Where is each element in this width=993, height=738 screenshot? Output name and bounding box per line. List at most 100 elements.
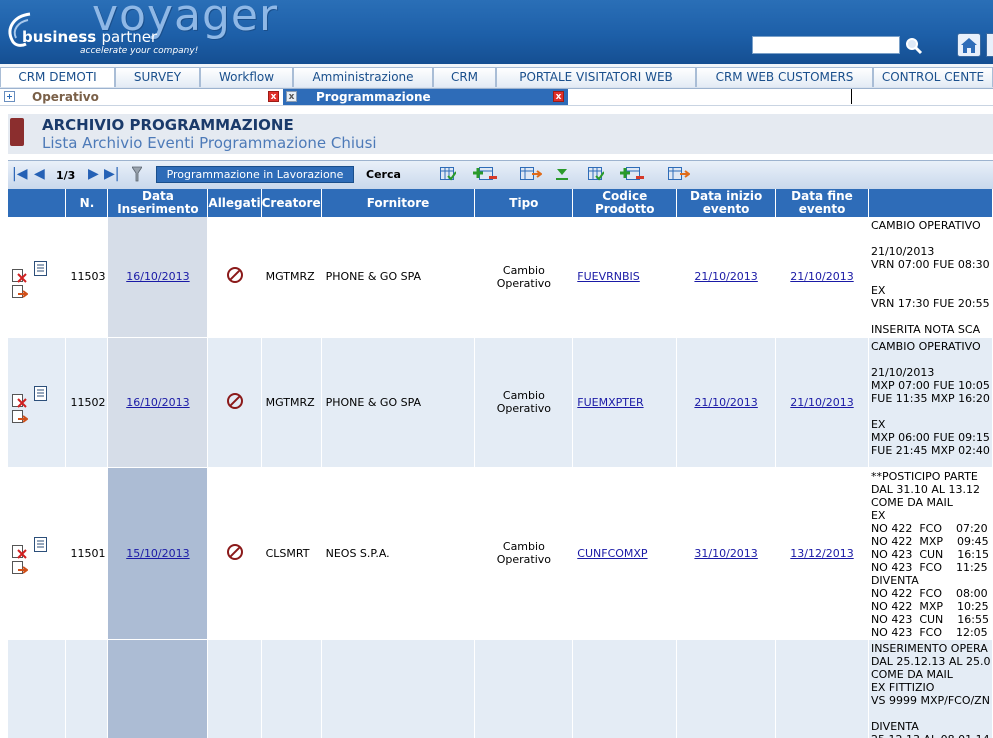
subtab-programmazione-label: Programmazione bbox=[316, 90, 431, 104]
cell-allegati bbox=[207, 217, 262, 338]
table-row[interactable]: 11501 15/10/2013 CLSMRT NEOS S.P.A. Camb… bbox=[8, 467, 993, 640]
grid-export-icon[interactable] bbox=[520, 167, 542, 181]
table-header-row: N. Data Inserimento Allegati Creatore Fo… bbox=[8, 189, 993, 217]
cell-tipo bbox=[474, 639, 574, 738]
cell-data-inserimento[interactable]: 15/10/2013 bbox=[107, 467, 209, 640]
import-icon[interactable] bbox=[12, 561, 28, 575]
cell-data-fine[interactable] bbox=[775, 639, 869, 738]
search-input[interactable] bbox=[752, 36, 900, 54]
logo-business: business bbox=[22, 28, 97, 46]
col-fornitore[interactable]: Fornitore bbox=[321, 189, 476, 217]
cell-creatore: CLSMRT bbox=[261, 467, 322, 640]
col-data-fine[interactable]: Data fine evento bbox=[775, 189, 869, 217]
cell-note: INSERIMENTO OPERA DAL 25.12.13 AL 25.0 C… bbox=[868, 639, 993, 738]
search-icon[interactable] bbox=[905, 37, 923, 55]
col-n[interactable]: N. bbox=[65, 189, 109, 217]
cell-data-inserimento[interactable]: 16/10/2013 bbox=[107, 217, 209, 338]
no-attachment-icon bbox=[226, 267, 243, 284]
col-creatore[interactable]: Creatore bbox=[261, 189, 322, 217]
cell-data-fine[interactable]: 21/10/2013 bbox=[775, 217, 869, 338]
cell-codice-prodotto[interactable]: CUNFCOMXP bbox=[572, 467, 678, 640]
subtab-operativo[interactable]: Operativo x bbox=[0, 89, 283, 105]
row-action-icons bbox=[12, 257, 58, 299]
subtab-empty bbox=[568, 89, 852, 104]
page-header: ARCHIVIO PROGRAMMAZIONE Lista Archivio E… bbox=[8, 114, 993, 154]
filter-icon[interactable] bbox=[132, 166, 142, 182]
delete-icon[interactable] bbox=[12, 545, 28, 559]
book-icon bbox=[10, 118, 24, 146]
cell-tipo: Cambio Operativo bbox=[474, 467, 574, 640]
cell-allegati bbox=[207, 467, 262, 640]
cell-data-inizio[interactable]: 31/10/2013 bbox=[676, 467, 777, 640]
no-attachment-icon bbox=[226, 392, 243, 409]
search-link[interactable]: Cerca bbox=[366, 168, 401, 181]
cell-data-inizio[interactable]: 21/10/2013 bbox=[676, 337, 777, 468]
table-row[interactable]: 11502 16/10/2013 MGTMRZ PHONE & GO SPA C… bbox=[8, 337, 993, 468]
tab-crm[interactable]: CRM bbox=[433, 67, 496, 87]
grid-add-icon[interactable] bbox=[620, 167, 646, 181]
delete-icon[interactable] bbox=[12, 394, 28, 408]
cell-creatore bbox=[261, 639, 322, 738]
cell-data-inserimento[interactable] bbox=[107, 639, 209, 738]
detail-icon[interactable] bbox=[34, 537, 50, 553]
page-title: ARCHIVIO PROGRAMMAZIONE bbox=[42, 116, 294, 134]
table-row[interactable]: INSERIMENTO OPERA DAL 25.12.13 AL 25.0 C… bbox=[8, 639, 993, 738]
cell-n: 11501 bbox=[65, 467, 109, 640]
cell-codice-prodotto[interactable]: FUEVRNBIS bbox=[572, 217, 678, 338]
col-data-inserimento[interactable]: Data Inserimento bbox=[107, 189, 209, 217]
delete-icon[interactable] bbox=[12, 268, 28, 283]
cell-fornitore: NEOS S.P.A. bbox=[321, 467, 476, 640]
main-nav: CRM DEMOTI SURVEY Workflow Amministrazio… bbox=[0, 64, 993, 89]
row-actions bbox=[8, 217, 67, 338]
col-data-inizio[interactable]: Data inizio evento bbox=[676, 189, 777, 217]
cell-data-inizio[interactable]: 21/10/2013 bbox=[676, 217, 777, 338]
subtab-bar: Operativo x x Programmazione x bbox=[0, 89, 993, 106]
tab-survey[interactable]: SURVEY bbox=[115, 67, 200, 87]
cell-codice-prodotto[interactable] bbox=[572, 639, 678, 738]
row-actions bbox=[8, 337, 67, 468]
prev-page-icon[interactable]: ◀ bbox=[34, 167, 45, 181]
subtab-programmazione[interactable]: x Programmazione x bbox=[283, 89, 568, 105]
header-extra-button[interactable] bbox=[986, 33, 993, 57]
tab-crm-demoti[interactable]: CRM DEMOTI bbox=[0, 67, 115, 87]
tab-workflow[interactable]: Workflow bbox=[200, 67, 293, 87]
detail-icon[interactable] bbox=[34, 260, 50, 277]
next-page-icon[interactable]: ▶ bbox=[88, 167, 99, 181]
download-icon[interactable] bbox=[554, 167, 570, 181]
grid-toolbar: |◀ ◀ 1/3 ▶ ▶| Programmazione in Lavorazi… bbox=[8, 160, 993, 190]
row-action-icons bbox=[12, 533, 58, 575]
tab-control-center[interactable]: CONTROL CENTE bbox=[873, 67, 993, 87]
col-codice-prodotto[interactable]: Codice Prodotto bbox=[572, 189, 678, 217]
cell-tipo: Cambio Operativo bbox=[474, 217, 574, 338]
grid-export-icon[interactable] bbox=[668, 167, 690, 181]
close-icon[interactable]: x bbox=[286, 91, 297, 102]
close-icon[interactable]: x bbox=[553, 91, 564, 102]
home-button[interactable] bbox=[957, 33, 981, 57]
grid-check-icon[interactable] bbox=[588, 167, 604, 181]
app-header: voyager business partner accelerate your… bbox=[0, 0, 993, 64]
grid-check-icon[interactable] bbox=[440, 167, 456, 181]
import-icon[interactable] bbox=[12, 410, 28, 424]
cell-data-inizio[interactable] bbox=[676, 639, 777, 738]
close-icon[interactable]: x bbox=[268, 91, 279, 102]
programmazione-lavorazione-button[interactable]: Programmazione in Lavorazione bbox=[156, 166, 354, 183]
tab-amministrazione[interactable]: Amministrazione bbox=[293, 67, 433, 87]
table-row[interactable]: 11503 16/10/2013 MGTMRZ PHONE & GO SPA C… bbox=[8, 217, 993, 338]
tab-portale-visitatori-web[interactable]: PORTALE VISITATORI WEB bbox=[496, 67, 696, 87]
import-icon[interactable] bbox=[12, 284, 28, 299]
subtab-operativo-label: Operativo bbox=[32, 90, 99, 104]
detail-icon[interactable] bbox=[34, 386, 50, 402]
cell-data-fine[interactable]: 21/10/2013 bbox=[775, 337, 869, 468]
cell-data-inserimento[interactable]: 16/10/2013 bbox=[107, 337, 209, 468]
col-tipo[interactable]: Tipo bbox=[474, 189, 574, 217]
cell-codice-prodotto[interactable]: FUEMXPTER bbox=[572, 337, 678, 468]
cell-tipo: Cambio Operativo bbox=[474, 337, 574, 468]
tab-crm-web-customers[interactable]: CRM WEB CUSTOMERS bbox=[696, 67, 873, 87]
last-page-icon[interactable]: ▶| bbox=[104, 167, 119, 181]
col-allegati[interactable]: Allegati bbox=[207, 189, 262, 217]
logo-tagline: accelerate your company! bbox=[80, 46, 199, 56]
expand-icon bbox=[4, 91, 15, 102]
cell-data-fine[interactable]: 13/12/2013 bbox=[775, 467, 869, 640]
grid-add-icon[interactable] bbox=[473, 167, 499, 181]
first-page-icon[interactable]: |◀ bbox=[12, 167, 27, 181]
